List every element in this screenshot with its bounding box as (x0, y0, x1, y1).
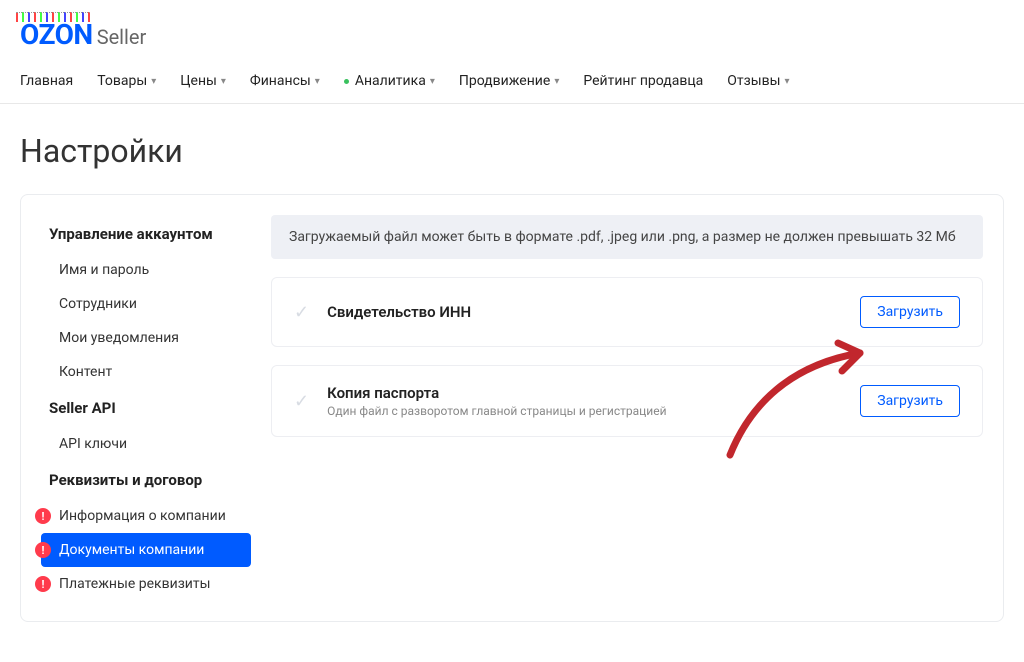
sidebar-item-company-info[interactable]: ! Информация о компании (41, 499, 251, 533)
warning-icon: ! (35, 576, 51, 592)
chevron-down-icon: ▾ (430, 76, 435, 87)
sidebar-item-notifications[interactable]: Мои уведомления (41, 321, 251, 355)
document-text-area: Копия паспорта Один файл с разворотом гл… (327, 384, 842, 418)
warning-icon: ! (35, 542, 51, 558)
settings-sidebar: Управление аккаунтом Имя и пароль Сотруд… (41, 215, 251, 601)
status-dot-icon (344, 79, 349, 84)
chevron-down-icon: ▾ (784, 76, 789, 87)
chevron-down-icon: ▾ (554, 76, 559, 87)
upload-button-passport[interactable]: Загрузить (860, 385, 960, 417)
nav-reviews-label: Отзывы (727, 73, 780, 89)
top-navigation: Главная Товары ▾ Цены ▾ Финансы ▾ Аналит… (0, 63, 1024, 104)
warning-icon: ! (35, 508, 51, 524)
sidebar-section-account: Управление аккаунтом (41, 215, 251, 253)
sidebar-item-content[interactable]: Контент (41, 355, 251, 389)
page-title: Настройки (20, 132, 1004, 170)
sidebar-section-details: Реквизиты и договор (41, 461, 251, 499)
document-title: Свидетельство ИНН (327, 303, 842, 321)
settings-content: Загружаемый файл может быть в формате .p… (271, 215, 983, 601)
logo[interactable]: OZON Seller (20, 18, 146, 51)
nav-seller-rating-label: Рейтинг продавца (583, 73, 703, 89)
upload-button-inn[interactable]: Загрузить (860, 296, 960, 328)
nav-promotion-label: Продвижение (459, 73, 550, 89)
logo-decor-lights (16, 12, 90, 22)
header-logo-area: OZON Seller (0, 0, 1024, 63)
logo-brand: OZON (20, 18, 93, 51)
document-text-area: Свидетельство ИНН (327, 303, 842, 321)
nav-promotion[interactable]: Продвижение ▾ (459, 73, 560, 89)
sidebar-item-api-keys[interactable]: API ключи (41, 427, 251, 461)
document-subtitle: Один файл с разворотом главной страницы … (327, 404, 842, 418)
nav-prices-label: Цены (180, 73, 217, 89)
chevron-down-icon: ▾ (315, 76, 320, 87)
document-row-inn: ✓ Свидетельство ИНН Загрузить (271, 277, 983, 347)
check-icon: ✓ (294, 302, 309, 323)
nav-finances-label: Финансы (250, 73, 311, 89)
page-content: Настройки Управление аккаунтом Имя и пар… (0, 104, 1024, 662)
check-icon: ✓ (294, 391, 309, 412)
nav-seller-rating[interactable]: Рейтинг продавца (583, 73, 703, 89)
chevron-down-icon: ▾ (151, 76, 156, 87)
upload-notice: Загружаемый файл может быть в формате .p… (271, 215, 983, 259)
chevron-down-icon: ▾ (221, 76, 226, 87)
logo-sub: Seller (97, 25, 147, 49)
nav-reviews[interactable]: Отзывы ▾ (727, 73, 789, 89)
nav-analytics[interactable]: Аналитика ▾ (344, 73, 435, 89)
settings-panel: Управление аккаунтом Имя и пароль Сотруд… (20, 194, 1004, 622)
nav-prices[interactable]: Цены ▾ (180, 73, 226, 89)
sidebar-item-employees[interactable]: Сотрудники (41, 287, 251, 321)
sidebar-section-api: Seller API (41, 389, 251, 427)
nav-products-label: Товары (97, 73, 147, 89)
nav-products[interactable]: Товары ▾ (97, 73, 156, 89)
nav-main[interactable]: Главная (20, 73, 73, 89)
document-title: Копия паспорта (327, 384, 842, 402)
document-row-passport: ✓ Копия паспорта Один файл с разворотом … (271, 365, 983, 437)
nav-analytics-label: Аналитика (355, 73, 426, 89)
sidebar-item-payment-details[interactable]: ! Платежные реквизиты (41, 567, 251, 601)
sidebar-item-name-password[interactable]: Имя и пароль (41, 253, 251, 287)
nav-main-label: Главная (20, 73, 73, 89)
sidebar-item-company-docs[interactable]: ! Документы компании (41, 533, 251, 567)
nav-finances[interactable]: Финансы ▾ (250, 73, 320, 89)
